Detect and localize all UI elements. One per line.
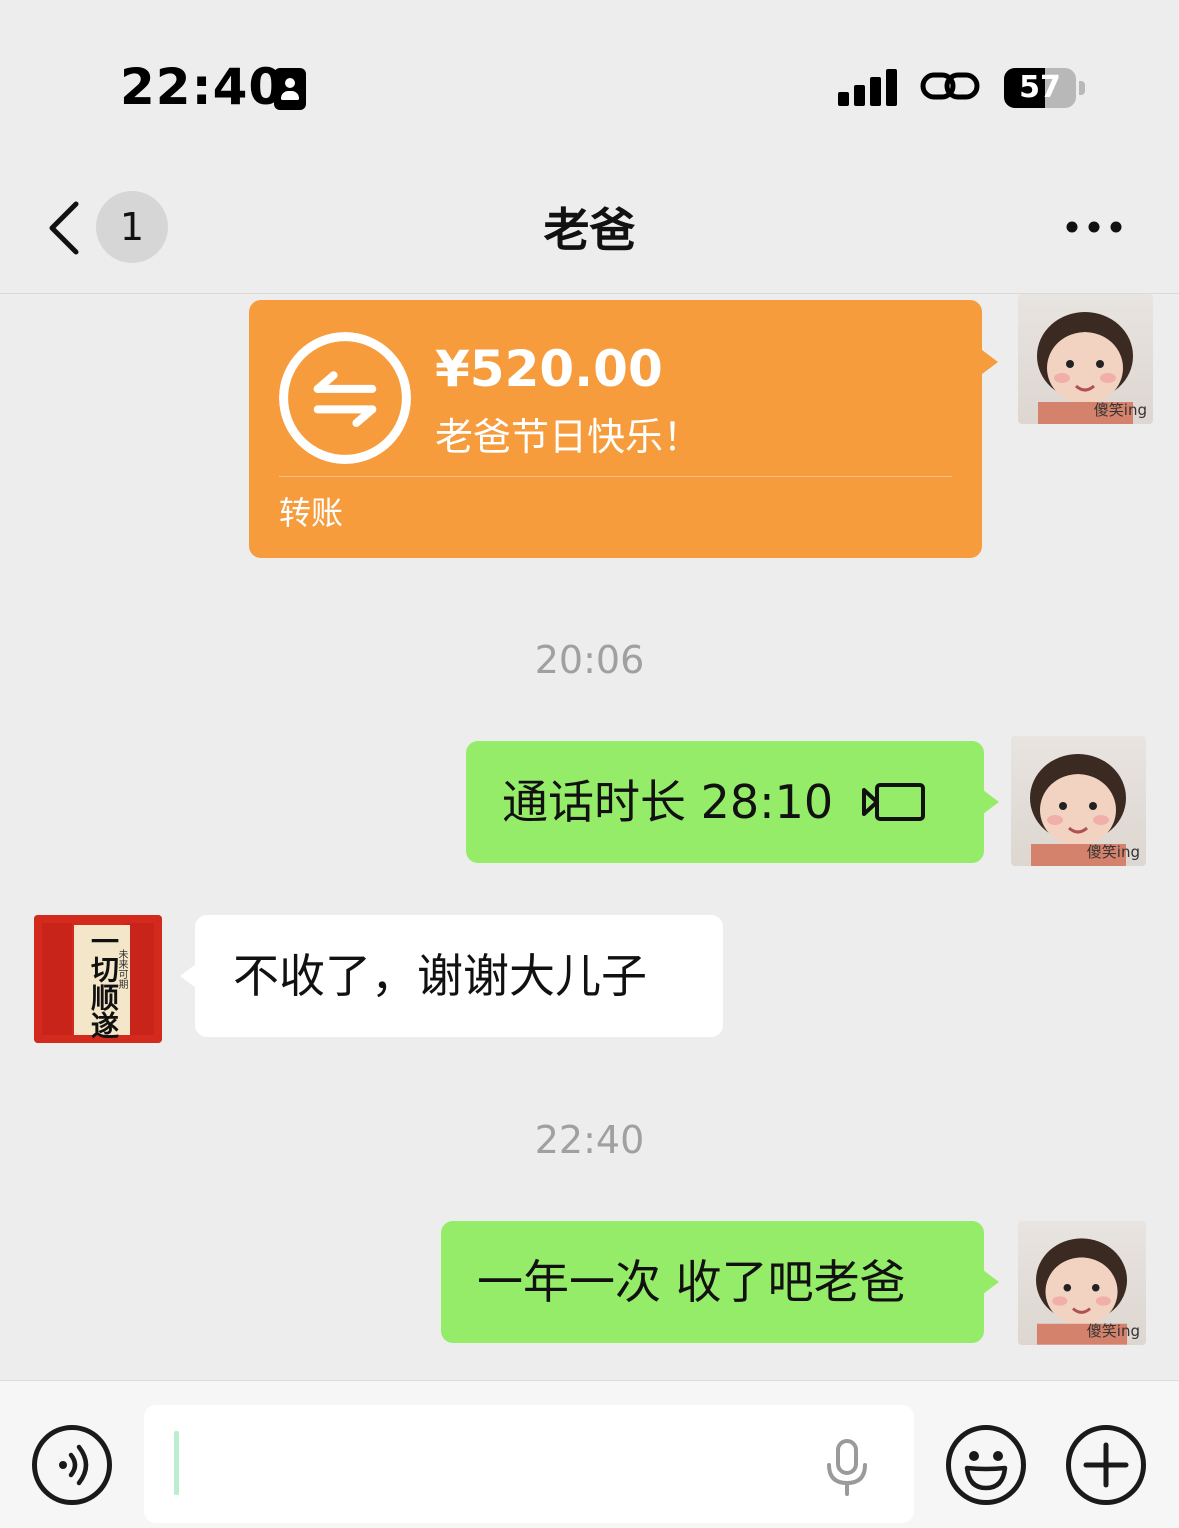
contact-avatar-subtext: 未来可期 <box>116 949 127 989</box>
chat-header: 1 老爸 <box>0 150 1179 294</box>
transfer-note: 老爸节日快乐！ <box>435 415 702 459</box>
chat-title: 老爸 <box>543 203 636 257</box>
contact-avatar[interactable]: 一切顺遂 未来可期 <box>34 915 162 1043</box>
outgoing-text-bubble[interactable]: 一年一次 收了吧老爸 <box>441 1221 999 1343</box>
outgoing-text: 一年一次 收了吧老爸 <box>477 1255 906 1309</box>
message-timestamp: 20:06 <box>534 638 645 682</box>
battery-level: 57 <box>1019 70 1061 105</box>
personal-hotspot-icon <box>920 72 980 100</box>
emoji-button[interactable] <box>946 1425 1026 1505</box>
incoming-text-bubble[interactable]: 不收了，谢谢大儿子 <box>180 915 723 1037</box>
call-record-bubble[interactable]: 通话时长 28:10 <box>466 741 999 863</box>
message-input[interactable] <box>144 1405 914 1523</box>
self-avatar-caption: 傻笑ing <box>1086 843 1140 861</box>
more-functions-button[interactable] <box>1066 1425 1146 1505</box>
transfer-card[interactable]: ¥520.00 老爸节日快乐！ 转账 <box>249 300 998 558</box>
message-timestamp: 22:40 <box>534 1118 645 1162</box>
self-avatar-caption: 傻笑ing <box>1093 401 1147 419</box>
self-avatar[interactable]: 傻笑ing <box>1018 294 1153 424</box>
self-avatar[interactable]: 傻笑ing <box>1018 1221 1146 1345</box>
voice-mode-button[interactable] <box>32 1425 112 1505</box>
status-time: 22:40 <box>120 58 285 116</box>
incoming-text: 不收了，谢谢大儿子 <box>233 949 647 1003</box>
more-options-icon[interactable] <box>1062 212 1126 242</box>
transfer-amount: ¥520.00 <box>435 340 663 398</box>
focus-mode-icon <box>274 68 306 110</box>
battery-icon: 57 <box>1004 68 1085 108</box>
voice-mode-icon <box>59 1444 89 1486</box>
message-input-bar <box>0 1380 1179 1528</box>
mic-icon[interactable] <box>822 1439 872 1497</box>
emoji-icon <box>964 1451 1008 1491</box>
transfer-divider <box>279 476 952 477</box>
contact-avatar-text: 一切顺遂 <box>87 927 120 1039</box>
video-call-icon <box>862 782 926 821</box>
text-caret <box>174 1431 179 1495</box>
call-record-text: 通话时长 28:10 <box>502 775 834 829</box>
cellular-signal-icon <box>838 68 898 106</box>
status-bar: 22:40 57 <box>0 0 1179 150</box>
plus-icon <box>1083 1442 1129 1488</box>
transfer-icon <box>279 332 411 464</box>
self-avatar[interactable]: 傻笑ing <box>1011 736 1146 866</box>
transfer-label: 转账 <box>279 494 344 532</box>
self-avatar-caption: 傻笑ing <box>1086 1322 1140 1340</box>
